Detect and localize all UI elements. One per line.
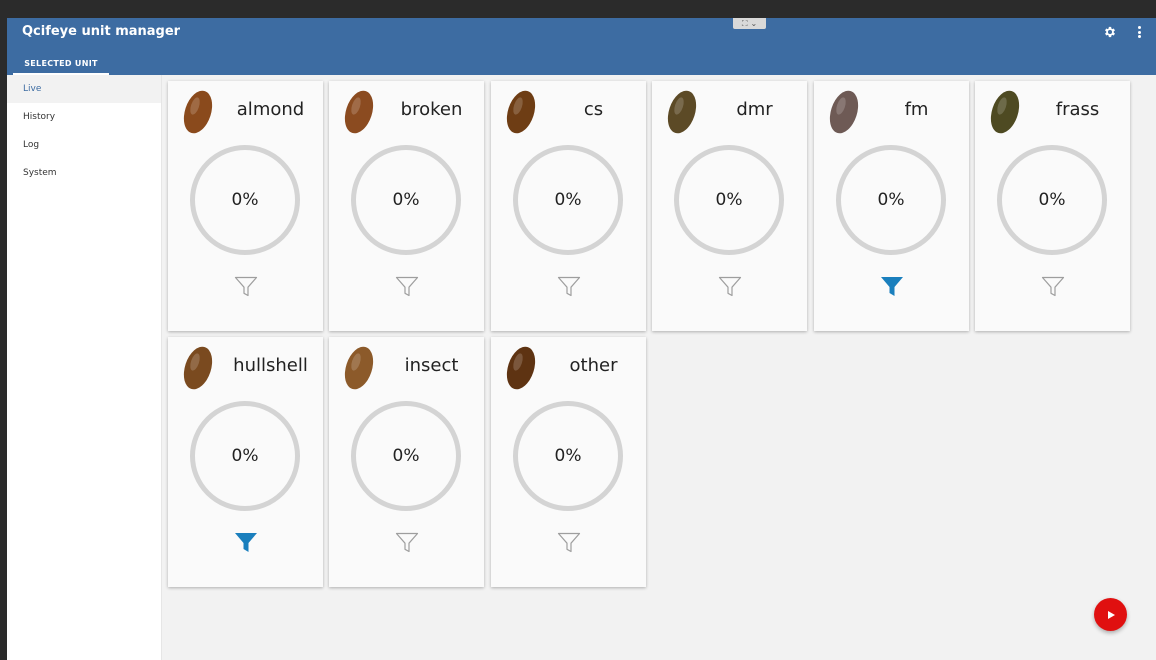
kernel-thumbnail (829, 90, 859, 134)
app-window: Qcifeye unit manager SELECTED UNIT ⛶ ⌄ L… (7, 18, 1156, 660)
percentage-value: 0% (231, 190, 259, 210)
window-control-tab[interactable]: ⛶ ⌄ (733, 18, 766, 29)
percentage-ring: 0% (513, 401, 623, 511)
percentage-ring: 0% (836, 145, 946, 255)
filter-icon[interactable] (394, 530, 420, 556)
category-label: hullshell (233, 355, 308, 376)
category-label: fm (904, 99, 929, 120)
kernel-thumbnail (667, 90, 697, 134)
filter-icon[interactable] (394, 274, 420, 300)
percentage-ring: 0% (997, 145, 1107, 255)
percentage-value: 0% (392, 446, 420, 466)
filter-icon[interactable] (717, 274, 743, 300)
category-label: insect (404, 355, 459, 376)
sidebar-item-live[interactable]: Live (7, 75, 161, 103)
percentage-value: 0% (231, 446, 259, 466)
app-title: Qcifeye unit manager (22, 24, 181, 39)
category-label: frass (1055, 99, 1100, 120)
percentage-ring: 0% (513, 145, 623, 255)
category-card: frass 0% (975, 81, 1130, 331)
sidebar: Live History Log System (7, 75, 162, 660)
kernel-thumbnail (183, 90, 213, 134)
more-vert-icon[interactable] (1137, 26, 1141, 38)
percentage-ring: 0% (190, 145, 300, 255)
category-card: hullshell 0% (168, 337, 323, 587)
percentage-value: 0% (554, 190, 582, 210)
percentage-ring: 0% (674, 145, 784, 255)
category-card: dmr 0% (652, 81, 807, 331)
category-card: fm 0% (814, 81, 969, 331)
percentage-value: 0% (392, 190, 420, 210)
category-card: insect 0% (329, 337, 484, 587)
filter-icon[interactable] (556, 530, 582, 556)
percentage-value: 0% (554, 446, 582, 466)
category-card: cs 0% (491, 81, 646, 331)
sidebar-item-log[interactable]: Log (7, 131, 161, 159)
percentage-ring: 0% (351, 401, 461, 511)
kernel-thumbnail (183, 346, 213, 390)
filter-icon[interactable] (879, 274, 905, 300)
chevron-down-icon: ⌄ (750, 19, 758, 28)
filter-icon[interactable] (1040, 274, 1066, 300)
app-bar: Qcifeye unit manager SELECTED UNIT ⛶ ⌄ (7, 18, 1156, 75)
gear-icon[interactable] (1103, 25, 1117, 39)
play-icon (1107, 610, 1115, 619)
play-button[interactable] (1094, 598, 1127, 631)
expand-icon: ⛶ (741, 18, 748, 28)
kernel-thumbnail (990, 90, 1020, 134)
category-card: broken 0% (329, 81, 484, 331)
category-label: other (569, 355, 618, 376)
category-card: other 0% (491, 337, 646, 587)
kernel-thumbnail (506, 346, 536, 390)
kebab-dot (1137, 26, 1141, 29)
kernel-thumbnail (506, 90, 536, 134)
percentage-value: 0% (1038, 190, 1066, 210)
percentage-ring: 0% (190, 401, 300, 511)
screen-frame: Qcifeye unit manager SELECTED UNIT ⛶ ⌄ L… (0, 0, 1156, 660)
category-label: dmr (736, 99, 773, 120)
category-card: almond 0% (168, 81, 323, 331)
tab-selected-unit[interactable]: SELECTED UNIT (13, 51, 109, 75)
filter-icon[interactable] (233, 530, 259, 556)
sidebar-item-system[interactable]: System (7, 159, 161, 187)
category-label: almond (236, 99, 305, 120)
category-label: broken (400, 99, 463, 120)
sidebar-item-history[interactable]: History (7, 103, 161, 131)
kebab-dot (1137, 35, 1141, 38)
category-label: cs (583, 99, 604, 120)
tab-selected-unit-label: SELECTED UNIT (24, 58, 98, 68)
percentage-value: 0% (715, 190, 743, 210)
filter-icon[interactable] (556, 274, 582, 300)
kebab-dot (1137, 30, 1141, 34)
percentage-ring: 0% (351, 145, 461, 255)
kernel-thumbnail (344, 346, 374, 390)
kernel-thumbnail (344, 90, 374, 134)
filter-icon[interactable] (233, 274, 259, 300)
percentage-value: 0% (877, 190, 905, 210)
